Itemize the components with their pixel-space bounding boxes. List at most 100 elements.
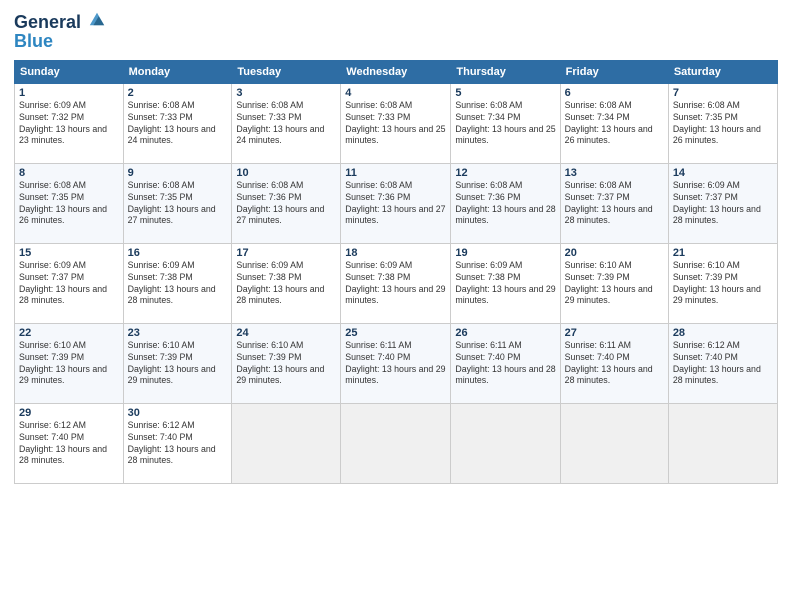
calendar-cell: 30Sunrise: 6:12 AMSunset: 7:40 PMDayligh… — [123, 403, 232, 483]
day-number: 28 — [673, 327, 773, 339]
calendar-table: SundayMondayTuesdayWednesdayThursdayFrid… — [14, 60, 778, 484]
col-header-saturday: Saturday — [668, 60, 777, 83]
calendar-cell: 8Sunrise: 6:08 AMSunset: 7:35 PMDaylight… — [15, 163, 124, 243]
calendar-cell — [560, 403, 668, 483]
day-number: 24 — [236, 327, 336, 339]
calendar-week-row: 8Sunrise: 6:08 AMSunset: 7:35 PMDaylight… — [15, 163, 778, 243]
calendar-week-row: 15Sunrise: 6:09 AMSunset: 7:37 PMDayligh… — [15, 243, 778, 323]
calendar-cell: 25Sunrise: 6:11 AMSunset: 7:40 PMDayligh… — [341, 323, 451, 403]
day-number: 25 — [345, 327, 446, 339]
calendar-week-row: 1Sunrise: 6:09 AMSunset: 7:32 PMDaylight… — [15, 83, 778, 163]
calendar-cell: 10Sunrise: 6:08 AMSunset: 7:36 PMDayligh… — [232, 163, 341, 243]
col-header-tuesday: Tuesday — [232, 60, 341, 83]
day-info: Sunrise: 6:09 AMSunset: 7:38 PMDaylight:… — [345, 260, 446, 308]
calendar-header-row: SundayMondayTuesdayWednesdayThursdayFrid… — [15, 60, 778, 83]
day-info: Sunrise: 6:08 AMSunset: 7:35 PMDaylight:… — [19, 180, 119, 228]
calendar-cell: 28Sunrise: 6:12 AMSunset: 7:40 PMDayligh… — [668, 323, 777, 403]
day-info: Sunrise: 6:12 AMSunset: 7:40 PMDaylight:… — [128, 420, 228, 468]
col-header-friday: Friday — [560, 60, 668, 83]
day-number: 30 — [128, 407, 228, 419]
day-number: 12 — [455, 167, 555, 179]
col-header-wednesday: Wednesday — [341, 60, 451, 83]
calendar-cell: 18Sunrise: 6:09 AMSunset: 7:38 PMDayligh… — [341, 243, 451, 323]
day-number: 7 — [673, 87, 773, 99]
calendar-cell — [451, 403, 560, 483]
day-info: Sunrise: 6:10 AMSunset: 7:39 PMDaylight:… — [236, 340, 336, 388]
day-number: 29 — [19, 407, 119, 419]
page-container: General Blue SundayMondayTuesdayWednesda… — [0, 0, 792, 494]
day-number: 11 — [345, 167, 446, 179]
day-number: 2 — [128, 87, 228, 99]
day-number: 6 — [565, 87, 664, 99]
day-number: 16 — [128, 247, 228, 259]
calendar-cell: 17Sunrise: 6:09 AMSunset: 7:38 PMDayligh… — [232, 243, 341, 323]
day-info: Sunrise: 6:09 AMSunset: 7:37 PMDaylight:… — [19, 260, 119, 308]
day-info: Sunrise: 6:11 AMSunset: 7:40 PMDaylight:… — [345, 340, 446, 388]
calendar-cell: 3Sunrise: 6:08 AMSunset: 7:33 PMDaylight… — [232, 83, 341, 163]
day-number: 3 — [236, 87, 336, 99]
page-header: General Blue — [14, 10, 778, 52]
day-number: 21 — [673, 247, 773, 259]
day-info: Sunrise: 6:12 AMSunset: 7:40 PMDaylight:… — [673, 340, 773, 388]
day-number: 14 — [673, 167, 773, 179]
calendar-cell: 20Sunrise: 6:10 AMSunset: 7:39 PMDayligh… — [560, 243, 668, 323]
day-info: Sunrise: 6:08 AMSunset: 7:35 PMDaylight:… — [128, 180, 228, 228]
day-number: 17 — [236, 247, 336, 259]
calendar-cell: 12Sunrise: 6:08 AMSunset: 7:36 PMDayligh… — [451, 163, 560, 243]
day-number: 8 — [19, 167, 119, 179]
calendar-cell: 4Sunrise: 6:08 AMSunset: 7:33 PMDaylight… — [341, 83, 451, 163]
col-header-monday: Monday — [123, 60, 232, 83]
day-number: 27 — [565, 327, 664, 339]
day-info: Sunrise: 6:09 AMSunset: 7:38 PMDaylight:… — [128, 260, 228, 308]
calendar-body: 1Sunrise: 6:09 AMSunset: 7:32 PMDaylight… — [15, 83, 778, 483]
calendar-cell: 21Sunrise: 6:10 AMSunset: 7:39 PMDayligh… — [668, 243, 777, 323]
calendar-cell: 6Sunrise: 6:08 AMSunset: 7:34 PMDaylight… — [560, 83, 668, 163]
day-info: Sunrise: 6:08 AMSunset: 7:33 PMDaylight:… — [128, 100, 228, 148]
calendar-cell — [341, 403, 451, 483]
calendar-cell — [232, 403, 341, 483]
day-number: 15 — [19, 247, 119, 259]
calendar-cell: 1Sunrise: 6:09 AMSunset: 7:32 PMDaylight… — [15, 83, 124, 163]
day-number: 23 — [128, 327, 228, 339]
day-number: 1 — [19, 87, 119, 99]
day-info: Sunrise: 6:10 AMSunset: 7:39 PMDaylight:… — [565, 260, 664, 308]
calendar-cell: 9Sunrise: 6:08 AMSunset: 7:35 PMDaylight… — [123, 163, 232, 243]
calendar-week-row: 29Sunrise: 6:12 AMSunset: 7:40 PMDayligh… — [15, 403, 778, 483]
calendar-cell: 15Sunrise: 6:09 AMSunset: 7:37 PMDayligh… — [15, 243, 124, 323]
calendar-cell: 23Sunrise: 6:10 AMSunset: 7:39 PMDayligh… — [123, 323, 232, 403]
calendar-cell — [668, 403, 777, 483]
day-number: 18 — [345, 247, 446, 259]
day-info: Sunrise: 6:08 AMSunset: 7:34 PMDaylight:… — [565, 100, 664, 148]
calendar-cell: 16Sunrise: 6:09 AMSunset: 7:38 PMDayligh… — [123, 243, 232, 323]
day-info: Sunrise: 6:08 AMSunset: 7:34 PMDaylight:… — [455, 100, 555, 148]
day-info: Sunrise: 6:08 AMSunset: 7:36 PMDaylight:… — [345, 180, 446, 228]
day-number: 19 — [455, 247, 555, 259]
calendar-cell: 14Sunrise: 6:09 AMSunset: 7:37 PMDayligh… — [668, 163, 777, 243]
calendar-cell: 22Sunrise: 6:10 AMSunset: 7:39 PMDayligh… — [15, 323, 124, 403]
day-info: Sunrise: 6:08 AMSunset: 7:33 PMDaylight:… — [236, 100, 336, 148]
col-header-sunday: Sunday — [15, 60, 124, 83]
day-info: Sunrise: 6:11 AMSunset: 7:40 PMDaylight:… — [565, 340, 664, 388]
calendar-cell: 29Sunrise: 6:12 AMSunset: 7:40 PMDayligh… — [15, 403, 124, 483]
day-info: Sunrise: 6:11 AMSunset: 7:40 PMDaylight:… — [455, 340, 555, 388]
day-info: Sunrise: 6:10 AMSunset: 7:39 PMDaylight:… — [128, 340, 228, 388]
day-number: 4 — [345, 87, 446, 99]
day-info: Sunrise: 6:09 AMSunset: 7:38 PMDaylight:… — [236, 260, 336, 308]
calendar-cell: 26Sunrise: 6:11 AMSunset: 7:40 PMDayligh… — [451, 323, 560, 403]
day-number: 9 — [128, 167, 228, 179]
calendar-cell: 7Sunrise: 6:08 AMSunset: 7:35 PMDaylight… — [668, 83, 777, 163]
day-info: Sunrise: 6:08 AMSunset: 7:36 PMDaylight:… — [455, 180, 555, 228]
day-number: 13 — [565, 167, 664, 179]
day-info: Sunrise: 6:09 AMSunset: 7:32 PMDaylight:… — [19, 100, 119, 148]
day-number: 22 — [19, 327, 119, 339]
day-number: 26 — [455, 327, 555, 339]
day-info: Sunrise: 6:09 AMSunset: 7:37 PMDaylight:… — [673, 180, 773, 228]
day-info: Sunrise: 6:10 AMSunset: 7:39 PMDaylight:… — [673, 260, 773, 308]
day-info: Sunrise: 6:12 AMSunset: 7:40 PMDaylight:… — [19, 420, 119, 468]
calendar-cell: 11Sunrise: 6:08 AMSunset: 7:36 PMDayligh… — [341, 163, 451, 243]
calendar-cell: 24Sunrise: 6:10 AMSunset: 7:39 PMDayligh… — [232, 323, 341, 403]
logo-blue: Blue — [14, 31, 106, 52]
day-number: 5 — [455, 87, 555, 99]
logo: General Blue — [14, 10, 106, 52]
logo-text: General — [14, 10, 106, 33]
